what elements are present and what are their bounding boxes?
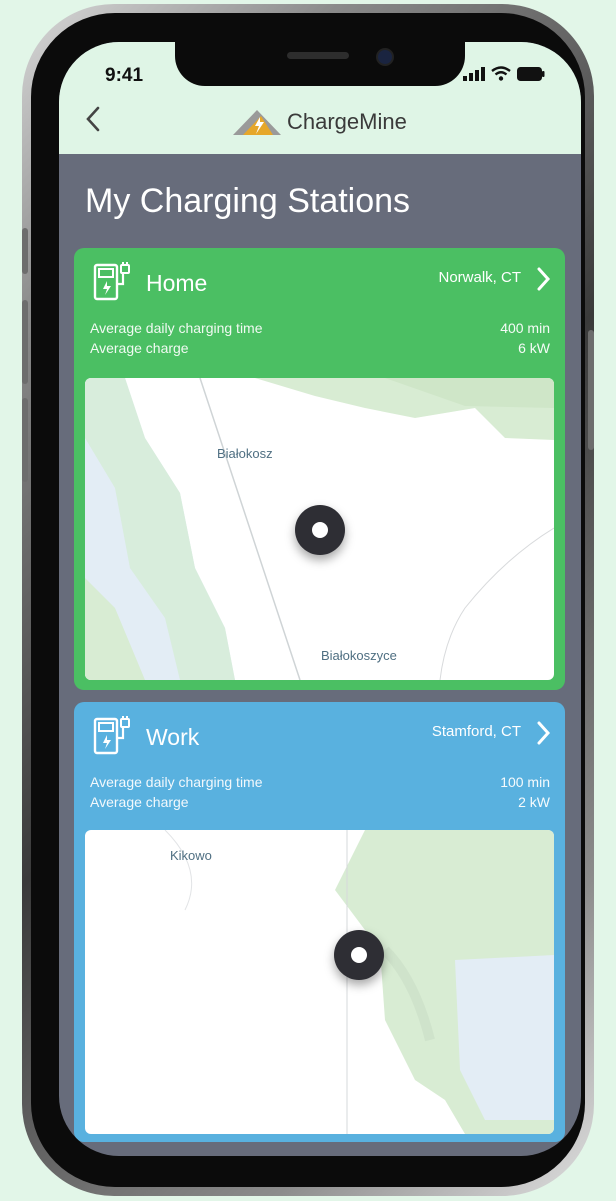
stat-value-average-charge: 2 kW (518, 794, 550, 810)
speaker-grille (287, 52, 349, 59)
silent-switch (22, 228, 28, 274)
front-camera (376, 48, 394, 66)
stat-label-charging-time: Average daily charging time (90, 320, 263, 336)
battery-icon (517, 66, 545, 81)
chevron-right-icon[interactable] (533, 265, 553, 293)
power-button (588, 330, 594, 450)
station-location: Norwalk, CT (438, 269, 521, 286)
map-place-label: Białokosz (217, 446, 273, 461)
station-map[interactable]: Kikowo (85, 830, 554, 1134)
status-time: 9:41 (105, 65, 144, 86)
station-card-header[interactable]: Work Stamford, CT Average daily charging… (74, 702, 565, 830)
station-location: Stamford, CT (431, 723, 521, 740)
stat-label-charging-time: Average daily charging time (90, 774, 263, 790)
top-bar: 9:41 ChargeMine (59, 42, 581, 154)
map-place-label: Białokoszyce (321, 648, 397, 663)
app-logo: ChargeMine (231, 108, 407, 136)
volume-up-button (22, 300, 28, 384)
volume-down-button (22, 398, 28, 482)
stat-label-average-charge: Average charge (90, 794, 189, 810)
status-icons (463, 66, 545, 81)
charging-station-icon (93, 262, 130, 301)
stat-value-charging-time: 100 min (500, 774, 550, 790)
station-card-home[interactable]: Home Norwalk, CT Average daily charging … (74, 248, 565, 690)
map-background (164, 830, 554, 1134)
stat-label-average-charge: Average charge (90, 340, 189, 356)
stat-value-average-charge: 6 kW (518, 340, 550, 356)
mountain-bolt-logo-icon (233, 110, 281, 135)
page-title: My Charging Stations (85, 182, 411, 220)
stat-value-charging-time: 400 min (500, 320, 550, 336)
station-name: Work (146, 724, 200, 750)
map-place-label: Kikowo (170, 848, 212, 863)
back-chevron-icon[interactable] (79, 102, 109, 136)
wifi-icon (491, 66, 511, 81)
map-pin-icon[interactable] (334, 930, 384, 980)
station-map[interactable]: Białokosz Białokoszyce (85, 378, 554, 680)
charging-station-icon (93, 716, 130, 755)
app-name: ChargeMine (287, 109, 407, 134)
station-card-header[interactable]: Home Norwalk, CT Average daily charging … (74, 248, 565, 376)
chevron-right-icon[interactable] (533, 719, 553, 747)
phone-notch (175, 42, 465, 86)
map-pin-icon[interactable] (295, 505, 345, 555)
station-name: Home (146, 270, 208, 296)
signal-icon (463, 66, 485, 81)
station-card-work[interactable]: Work Stamford, CT Average daily charging… (74, 702, 565, 1142)
app-screen: 9:41 ChargeMine My Charging Stations Hom… (59, 42, 581, 1156)
